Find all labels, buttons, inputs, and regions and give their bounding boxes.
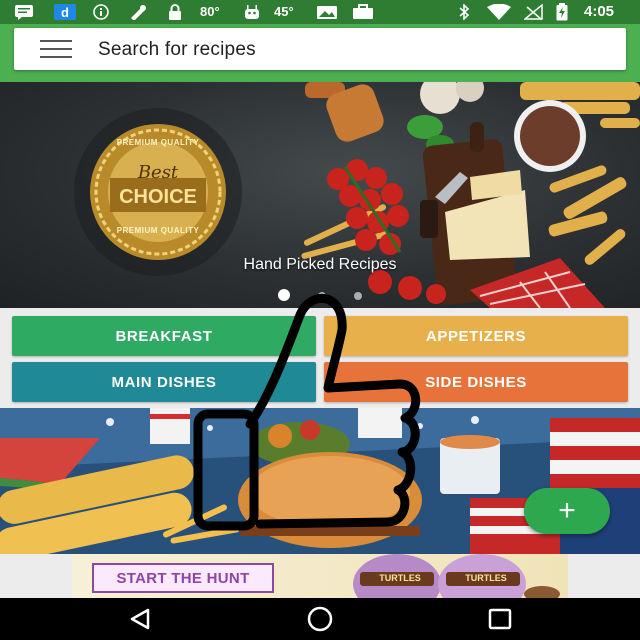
navigation-bar xyxy=(0,598,640,640)
hero-image xyxy=(74,82,640,308)
appetizers-label: APPETIZERS xyxy=(425,327,527,345)
message-icon xyxy=(14,4,34,20)
ad-container: START THE HUNT TURTLES TURTLES xyxy=(0,554,640,598)
lock-icon xyxy=(168,4,182,20)
android-icon xyxy=(242,4,262,20)
carousel-dot-3[interactable] xyxy=(354,292,362,300)
back-icon[interactable] xyxy=(128,608,152,630)
tools-icon xyxy=(128,4,148,20)
add-recipe-button[interactable]: + xyxy=(524,488,610,534)
app-d-icon: d xyxy=(54,4,76,20)
breakfast-button[interactable]: BREAKFAST xyxy=(12,316,316,356)
main-dishes-button[interactable]: MAIN DISHES xyxy=(12,362,316,402)
clock-text: 4:05 xyxy=(584,3,615,20)
info-icon xyxy=(92,4,110,20)
home-icon[interactable] xyxy=(306,605,334,633)
badge-top-text: PREMIUM QUALITY xyxy=(116,138,200,147)
battery-icon xyxy=(556,3,568,21)
recents-icon[interactable] xyxy=(488,608,512,630)
hero-caption: Hand Picked Recipes xyxy=(243,256,397,273)
wifi-icon xyxy=(486,4,512,20)
photo-icon xyxy=(316,4,338,20)
search-bar[interactable]: Search for recipes xyxy=(14,28,626,70)
ad-banner[interactable]: START THE HUNT TURTLES TURTLES xyxy=(72,554,568,598)
badge-bottom-text: PREMIUM QUALITY xyxy=(116,226,200,235)
carousel-dot-2[interactable] xyxy=(318,292,326,300)
badge-choice-text: CHOICE xyxy=(119,186,197,208)
ad-brand-1: TURTLES xyxy=(379,573,421,583)
main-dishes-label: MAIN DISHES xyxy=(111,373,217,391)
briefcase-icon xyxy=(352,4,374,20)
side-dishes-label: SIDE DISHES xyxy=(425,373,527,391)
battery-temp-text: 80° xyxy=(200,4,220,19)
breakfast-label: BREAKFAST xyxy=(115,327,213,345)
signal-icon xyxy=(524,4,544,20)
bluetooth-icon xyxy=(458,4,470,20)
carousel-dot-1[interactable] xyxy=(278,289,290,301)
menu-icon[interactable] xyxy=(40,40,72,58)
search-input[interactable]: Search for recipes xyxy=(98,39,256,61)
badge-best-text: Best xyxy=(137,162,179,183)
ad-cta-button[interactable]: START THE HUNT xyxy=(92,563,274,593)
hero-carousel[interactable]: PREMIUM QUALITY Best CHOICE PREMIUM QUAL… xyxy=(0,82,640,308)
cpu-temp-text: 45° xyxy=(274,4,294,19)
side-dishes-button[interactable]: SIDE DISHES xyxy=(324,362,628,402)
plus-icon: + xyxy=(558,494,576,527)
appetizers-button[interactable]: APPETIZERS xyxy=(324,316,628,356)
ad-brand-2: TURTLES xyxy=(465,573,507,583)
status-bar: d 80° 45° 4:05 xyxy=(0,0,640,24)
